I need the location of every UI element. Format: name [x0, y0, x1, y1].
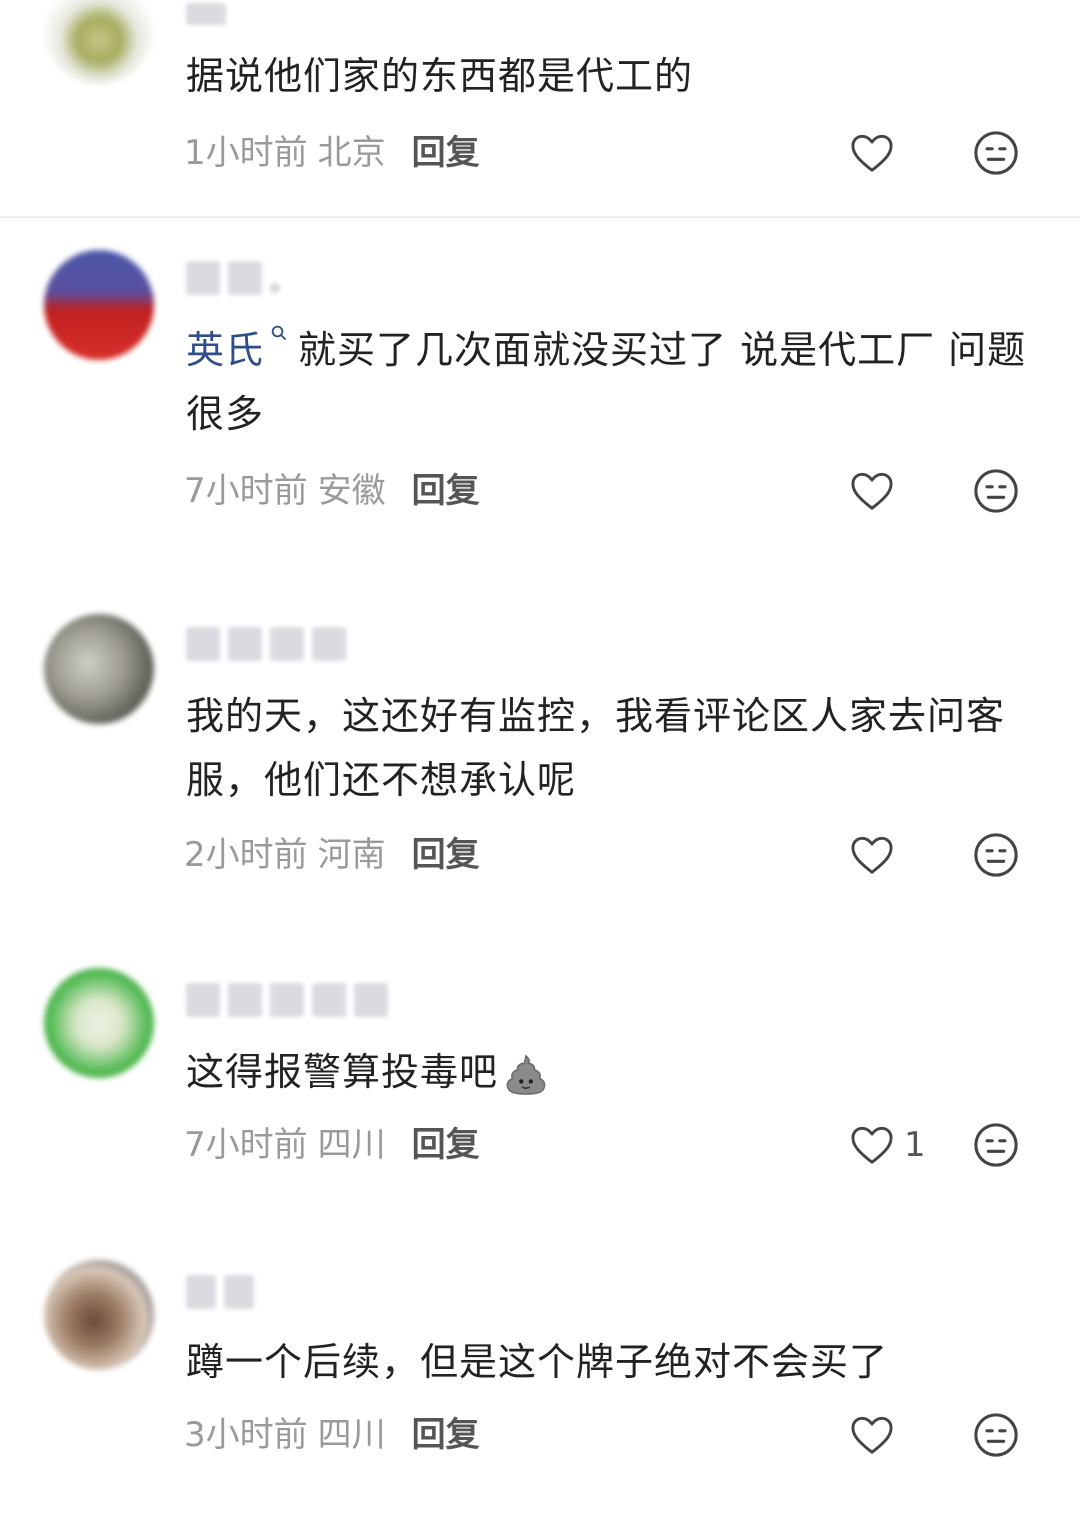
comment-item: 我的天，这还好有监控，我看评论区人家去问客服，他们还不想承认呢 2小时前 河南 回复 [0, 600, 1080, 930]
reply-button[interactable]: 回复 [412, 471, 480, 511]
comment-location: 安徽 [317, 471, 386, 511]
comment-item: 这得报警算投毒吧 7小时前 四川 回复 1 [0, 960, 1080, 1220]
like-button[interactable]: 1 [850, 1120, 926, 1170]
username[interactable] [186, 982, 388, 1018]
comment-meta: 7小时前 安徽 回复 [184, 466, 480, 516]
heart-outline-icon [851, 472, 893, 510]
comment-time: 7小时前 [184, 1125, 308, 1165]
comment-meta: 2小时前 河南 回复 [184, 830, 480, 880]
like-count: 1 [904, 1125, 926, 1165]
comment-item: 据说他们家的东西都是代工的 1小时前 北京 回复 [0, 0, 1080, 216]
heart-outline-icon [851, 134, 893, 172]
reply-button[interactable]: 回复 [412, 835, 480, 875]
comment-item: 英氏 就买了几次面就没买过了 说是代工厂 问题很多 7小时前 安徽 回复 [0, 218, 1080, 558]
comment-meta: 1小时前 北京 回复 [184, 128, 480, 178]
mention-link[interactable]: 英氏 [186, 325, 298, 372]
reply-button[interactable]: 回复 [412, 1125, 480, 1165]
comment-time: 1小时前 [184, 133, 308, 173]
comment-item: 蹲一个后续，但是这个牌子绝对不会买了 3小时前 四川 回复 [0, 1250, 1080, 1522]
comment-text: 据说他们家的东西都是代工的 [186, 54, 694, 98]
heart-outline-icon [851, 1126, 893, 1164]
comment-time: 2小时前 [184, 835, 308, 875]
avatar[interactable] [44, 1260, 154, 1370]
avatar[interactable] [44, 0, 154, 84]
comment-location: 河南 [317, 835, 386, 875]
search-icon [271, 325, 286, 340]
like-button[interactable] [850, 830, 904, 880]
comment-text: 英氏 就买了几次面就没买过了 说是代工厂 问题很多 [186, 318, 1040, 446]
neutral-face-icon[interactable] [973, 832, 1019, 878]
username[interactable] [186, 260, 280, 296]
neutral-face-icon[interactable] [973, 1412, 1019, 1458]
comment-text-body: 这得报警算投毒吧 [186, 1050, 499, 1094]
comment-text: 蹲一个后续，但是这个牌子绝对不会买了 [186, 1340, 889, 1384]
reply-button[interactable]: 回复 [412, 1415, 480, 1455]
avatar[interactable] [44, 968, 154, 1078]
username[interactable] [186, 1274, 254, 1310]
comment-location: 北京 [317, 133, 386, 173]
neutral-face-icon[interactable] [973, 130, 1019, 176]
like-button[interactable] [850, 466, 904, 516]
comment-text: 我的天，这还好有监控，我看评论区人家去问客服，他们还不想承认呢 [186, 694, 1006, 802]
comment-meta: 7小时前 四川 回复 [184, 1120, 480, 1170]
comment-location: 四川 [317, 1415, 386, 1455]
username[interactable] [186, 0, 226, 32]
comment-location: 四川 [317, 1125, 386, 1165]
like-button[interactable] [850, 128, 904, 178]
comment-meta: 3小时前 四川 回复 [184, 1410, 480, 1460]
reply-button[interactable]: 回复 [412, 133, 480, 173]
avatar[interactable] [44, 614, 154, 724]
neutral-face-icon[interactable] [973, 1122, 1019, 1168]
avatar[interactable] [44, 250, 154, 360]
username[interactable] [186, 626, 346, 662]
heart-outline-icon [851, 1416, 893, 1454]
like-button[interactable] [850, 1410, 904, 1460]
heart-outline-icon [851, 836, 893, 874]
comment-text: 这得报警算投毒吧 [186, 1040, 1040, 1104]
poop-emoji [506, 1053, 546, 1095]
comment-time: 3小时前 [184, 1415, 308, 1455]
comment-text-body: 就买了几次面就没买过了 说是代工厂 问题很多 [186, 328, 1027, 436]
neutral-face-icon[interactable] [973, 468, 1019, 514]
comment-time: 7小时前 [184, 471, 308, 511]
